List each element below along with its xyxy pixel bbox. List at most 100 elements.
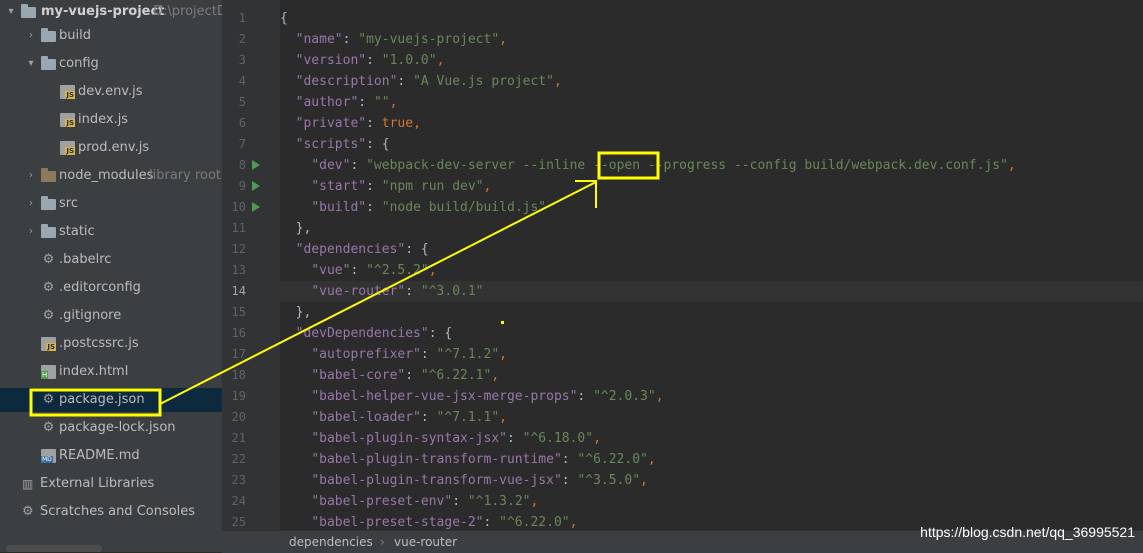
line-number: 18 <box>231 368 246 382</box>
code-line[interactable]: "version": "1.0.0", <box>280 50 1143 71</box>
tree-item-node-modules[interactable]: › node_modules library root <box>0 164 222 188</box>
tree-item-label: prod.env.js <box>78 140 150 155</box>
code-line[interactable]: "scripts": { <box>280 134 1143 155</box>
code-line[interactable]: "babel-loader": "^7.1.1", <box>280 407 1143 428</box>
tree-item-postcssrc-js[interactable]: .postcssrc.js <box>0 332 222 356</box>
tree-item-prod-env-js[interactable]: prod.env.js <box>0 136 222 160</box>
line-number: 2 <box>238 32 246 46</box>
scratches-icon: ⚙ <box>22 504 34 519</box>
tree-item-package-json[interactable]: ⚙ package.json <box>0 388 222 412</box>
folder-icon <box>41 28 56 42</box>
tree-item-config[interactable]: ▾ config <box>0 52 222 76</box>
chevron-right-icon[interactable]: › <box>26 220 36 244</box>
code-line[interactable]: "babel-plugin-transform-runtime": "^6.22… <box>280 449 1143 470</box>
code-line[interactable]: "vue-router": "^3.0.1" <box>280 281 1143 302</box>
code-line[interactable]: "autoprefixer": "^7.1.2", <box>280 344 1143 365</box>
line-number: 9 <box>238 179 246 193</box>
line-number: 20 <box>231 410 246 424</box>
tree-item-scratches-and-consoles[interactable]: ⚙ Scratches and Consoles <box>0 500 222 524</box>
folder-icon <box>21 4 36 18</box>
line-number: 5 <box>238 95 246 109</box>
tree-root-name: my-vuejs-project <box>41 4 165 19</box>
code-line[interactable]: "dev": "webpack-dev-server --inline --op… <box>280 155 1143 176</box>
code-line[interactable]: "dependencies": { <box>280 239 1143 260</box>
folder-icon <box>41 168 56 182</box>
tree-item-label: config <box>59 56 99 71</box>
code-line[interactable]: "babel-core": "^6.22.1", <box>280 365 1143 386</box>
tree-item-static[interactable]: › static <box>0 220 222 244</box>
tree-root-path: D:\projectDi <box>153 4 222 19</box>
code-line[interactable]: "babel-plugin-syntax-jsx": "^6.18.0", <box>280 428 1143 449</box>
watermark: https://blog.csdn.net/qq_36995521 <box>920 524 1135 540</box>
line-number: 7 <box>238 137 246 151</box>
code-line[interactable]: "author": "", <box>280 92 1143 113</box>
tree-item-label: index.html <box>59 364 129 379</box>
tree-item-gitignore[interactable]: ⚙ .gitignore <box>0 304 222 328</box>
line-number: 11 <box>231 221 246 235</box>
tree-item-label: node_modules <box>59 168 154 183</box>
code-line[interactable]: "name": "my-vuejs-project", <box>280 29 1143 50</box>
chevron-right-icon[interactable]: › <box>26 192 36 216</box>
sidebar-scrollbar[interactable] <box>6 545 102 552</box>
tree-item-build[interactable]: › build <box>0 24 222 48</box>
tree-item-src[interactable]: › src <box>0 192 222 216</box>
js-file-icon <box>60 141 75 155</box>
code-line[interactable]: "babel-plugin-transform-vue-jsx": "^3.5.… <box>280 470 1143 491</box>
code-line[interactable]: "private": true, <box>280 113 1143 134</box>
code-line[interactable]: { <box>280 8 1143 29</box>
code-line[interactable]: "description": "A Vue.js project", <box>280 71 1143 92</box>
config-file-icon: ⚙ <box>42 392 55 407</box>
code-line[interactable]: "start": "npm run dev", <box>280 176 1143 197</box>
chevron-down-icon[interactable]: ▾ <box>6 0 16 24</box>
line-number: 23 <box>231 473 246 487</box>
config-file-icon: ⚙ <box>42 252 55 267</box>
chevron-right-icon[interactable]: › <box>26 24 36 48</box>
tree-root-row[interactable]: ▾ my-vuejs-project D:\projectDi <box>0 0 222 24</box>
breadcrumb-item-vue-router[interactable]: vue-router <box>394 531 457 553</box>
line-number: 16 <box>231 326 246 340</box>
tree-item-readme-md[interactable]: README.md <box>0 444 222 468</box>
line-number: 1 <box>238 11 246 25</box>
line-number: 17 <box>231 347 246 361</box>
line-number: 22 <box>231 452 246 466</box>
code-editor[interactable]: { "name": "my-vuejs-project", "version":… <box>280 0 1143 530</box>
tree-item-note: library root <box>149 168 222 183</box>
folder-icon <box>41 224 56 238</box>
markdown-file-icon <box>41 449 56 463</box>
line-number: 6 <box>238 116 246 130</box>
tree-item-package-lock-json[interactable]: ⚙ package-lock.json <box>0 416 222 440</box>
tree-item-babelrc[interactable]: ⚙ .babelrc <box>0 248 222 272</box>
line-number: 3 <box>238 53 246 67</box>
code-line[interactable]: "devDependencies": { <box>280 323 1143 344</box>
code-line[interactable]: "babel-helper-vue-jsx-merge-props": "^2.… <box>280 386 1143 407</box>
tree-item-label: .babelrc <box>59 252 112 267</box>
line-number: 13 <box>231 263 246 277</box>
js-file-icon <box>60 113 75 127</box>
line-number: 4 <box>238 74 246 88</box>
tree-item-editorconfig[interactable]: ⚙ .editorconfig <box>0 276 222 300</box>
run-script-icon[interactable] <box>252 160 260 170</box>
run-script-icon[interactable] <box>252 181 260 191</box>
chevron-right-icon[interactable]: › <box>26 164 36 188</box>
tree-item-external-libraries[interactable]: ▥ External Libraries <box>0 472 222 496</box>
code-line[interactable]: "build": "node build/build.js" <box>280 197 1143 218</box>
tree-item-label: .gitignore <box>59 308 122 323</box>
tree-item-label: build <box>59 28 91 43</box>
tree-item-index-js[interactable]: index.js <box>0 108 222 132</box>
tree-item-label: Scratches and Consoles <box>40 504 196 519</box>
code-line[interactable]: }, <box>280 218 1143 239</box>
tree-item-dev-env-js[interactable]: dev.env.js <box>0 80 222 104</box>
tree-item-index-html[interactable]: index.html <box>0 360 222 384</box>
html-file-icon <box>41 365 56 379</box>
library-icon: ▥ <box>22 477 34 491</box>
tree-item-label: .editorconfig <box>59 280 141 295</box>
folder-icon <box>41 196 56 210</box>
code-line[interactable]: "babel-preset-env": "^1.3.2", <box>280 491 1143 512</box>
line-number: 10 <box>231 200 246 214</box>
tree-item-label: src <box>59 196 78 211</box>
run-script-icon[interactable] <box>252 202 260 212</box>
chevron-down-icon[interactable]: ▾ <box>26 52 36 76</box>
breadcrumb-item-dependencies[interactable]: dependencies <box>289 531 373 553</box>
code-line[interactable]: }, <box>280 302 1143 323</box>
code-line[interactable]: "vue": "^2.5.2", <box>280 260 1143 281</box>
